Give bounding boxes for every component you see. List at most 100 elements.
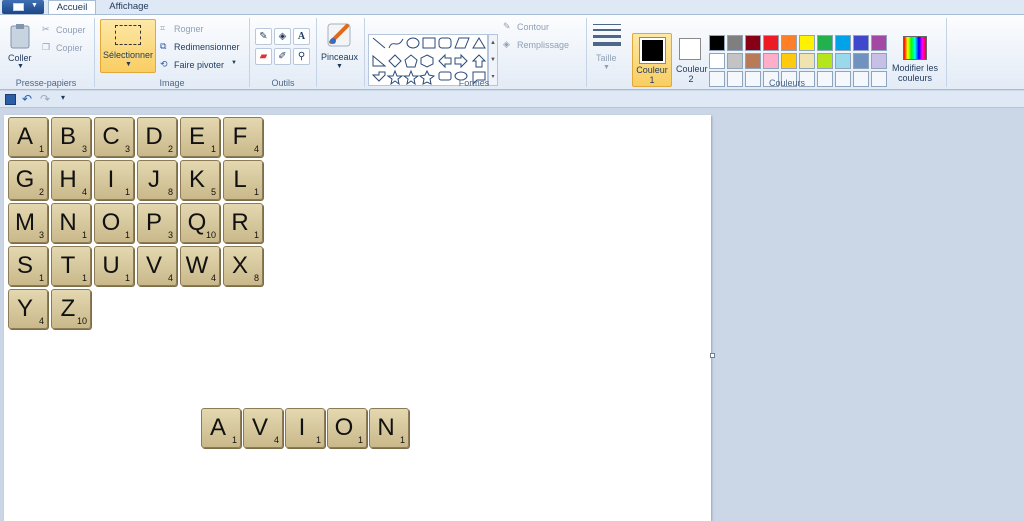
tile-letter: V	[145, 252, 162, 279]
image-group: Sélectionner ▼ ⌗ Rogner ⧉ Redimensionner…	[97, 18, 247, 89]
shapes-group-label: Formes	[458, 78, 490, 88]
text-tool-icon[interactable]: A	[293, 28, 310, 45]
colors-group: Couleurs	[632, 18, 942, 89]
scrabble-tile: V4	[137, 246, 177, 286]
tile-points: 8	[167, 187, 173, 197]
brush-icon	[327, 23, 351, 47]
chevron-down-icon: ▼	[231, 60, 237, 66]
clipboard-icon	[10, 24, 30, 49]
tile-letter: J	[148, 166, 160, 193]
scrabble-tile: F4	[223, 117, 263, 157]
canvas-resize-handle[interactable]	[710, 353, 715, 358]
scrabble-tile: X8	[223, 246, 263, 286]
select-button[interactable]: Sélectionner ▼	[100, 19, 156, 73]
tile-points: 1	[399, 435, 405, 445]
undo-icon[interactable]: ↶	[22, 92, 32, 106]
tile-letter: O	[334, 414, 354, 441]
tile-letter: I	[107, 166, 115, 193]
redo-icon[interactable]: ↷	[40, 92, 50, 106]
scrabble-tile: H4	[51, 160, 91, 200]
tile-points: 1	[357, 435, 363, 445]
tile-letter: Y	[16, 295, 33, 322]
tile-letter: G	[15, 166, 35, 193]
rotate-icon: ⟲	[160, 59, 168, 69]
save-icon[interactable]	[5, 94, 16, 105]
chevron-down-icon: ▼	[17, 63, 24, 70]
tile-points: 4	[167, 273, 173, 283]
tab-view[interactable]: Affichage	[102, 0, 156, 15]
cut-button[interactable]: ✂ Couper	[42, 24, 90, 37]
scrabble-tile: Q 10	[180, 203, 220, 243]
size-button[interactable]: Taille ▼	[589, 18, 627, 73]
chevron-down-icon: ▼	[125, 61, 132, 68]
scrabble-tile: R1	[223, 203, 263, 243]
chevron-down-icon: ▼	[336, 63, 343, 70]
paste-label: Coller	[8, 53, 32, 63]
tile-points: 1	[124, 230, 130, 240]
select-label: Sélectionner	[103, 50, 154, 60]
tab-home[interactable]: Accueil	[48, 0, 96, 15]
shapes-group: Formes	[368, 18, 580, 89]
copy-button[interactable]: ❐ Copier	[42, 42, 90, 55]
eraser-icon[interactable]: ▰	[255, 48, 272, 65]
tile-letter: P	[145, 209, 162, 236]
paint-menu-button[interactable]: ▼	[2, 0, 44, 14]
tile-points: 3	[167, 230, 173, 240]
tile-letter: A	[16, 123, 33, 150]
tile-letter: S	[16, 252, 33, 279]
tools-group: ✎ ◈ A ▰ ✐ ⚲ Outils	[252, 18, 314, 89]
pencil-icon[interactable]: ✎	[255, 28, 272, 45]
scrabble-tile: J8	[137, 160, 177, 200]
tile-points: 3	[38, 230, 44, 240]
tile-points: 4	[253, 144, 259, 154]
tile-letter: A	[209, 414, 226, 441]
crop-button[interactable]: ⌗ Rogner	[160, 23, 244, 36]
tile-points: 1	[81, 230, 87, 240]
brushes-label: Pinceaux	[321, 52, 359, 62]
brushes-button[interactable]: Pinceaux ▼	[318, 18, 362, 89]
tile-points: 1	[124, 187, 130, 197]
resize-button[interactable]: ⧉ Redimensionner	[160, 41, 244, 54]
chevron-down-icon: ▼	[603, 64, 610, 71]
chevron-down-icon: ▼	[31, 2, 38, 9]
copy-label: Copier	[56, 43, 83, 53]
scrabble-tile: N1	[51, 203, 91, 243]
color-picker-icon[interactable]: ✐	[274, 48, 291, 65]
tile-points: 10	[205, 230, 216, 240]
ribbon: Coller ▼ ✂ Couper ❐ Copier Presse-papier…	[0, 14, 1024, 90]
tile-points: 4	[273, 435, 279, 445]
tile-points: 1	[253, 187, 259, 197]
resize-label: Redimensionner	[174, 42, 240, 52]
tile-points: 10	[76, 316, 87, 326]
tile-points: 1	[124, 273, 130, 283]
fill-bucket-icon[interactable]: ◈	[274, 28, 291, 45]
tile-points: 5	[210, 187, 216, 197]
tile-letter: N	[377, 414, 395, 441]
paste-button[interactable]: Coller ▼	[4, 20, 36, 72]
scrabble-tile: M3	[8, 203, 48, 243]
scrabble-tile: O1	[327, 408, 367, 448]
menu-icon	[13, 3, 24, 11]
scrabble-tile: E1	[180, 117, 220, 157]
scrabble-tile: D2	[137, 117, 177, 157]
scrabble-tile: G2	[8, 160, 48, 200]
quick-access-toolbar: ↶ ↷ ▾	[0, 91, 1024, 108]
magnifier-icon[interactable]: ⚲	[293, 48, 310, 65]
scrabble-tile: A1	[201, 408, 241, 448]
tile-points: 4	[210, 273, 216, 283]
rotate-button[interactable]: ⟲ Faire pivoter ▼	[160, 59, 244, 72]
tile-points: 3	[124, 144, 130, 154]
tile-points: 1	[210, 144, 216, 154]
scissors-icon: ✂	[42, 24, 50, 34]
tile-letter: H	[59, 166, 77, 193]
tile-letter: R	[231, 209, 249, 236]
ribbon-tab-bar: ▼ Accueil Affichage	[0, 0, 1024, 15]
scrabble-tile: T1	[51, 246, 91, 286]
tile-letter: E	[188, 123, 205, 150]
image-group-label: Image	[159, 78, 185, 88]
tile-points: 1	[38, 144, 44, 154]
customize-qat-icon[interactable]: ▾	[61, 93, 65, 102]
rotate-label: Faire pivoter	[174, 60, 225, 70]
tile-points: 1	[81, 273, 87, 283]
scrabble-tile: I1	[94, 160, 134, 200]
